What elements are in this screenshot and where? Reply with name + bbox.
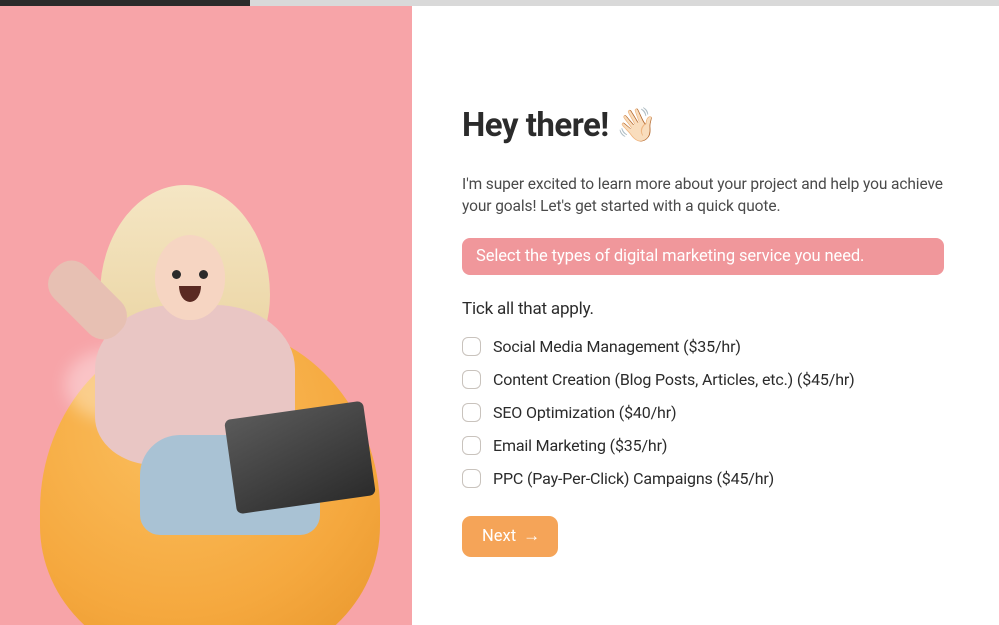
laptop-shape [224,401,376,515]
option-social-media[interactable]: Social Media Management ($35/hr) [462,337,944,356]
options-list: Social Media Management ($35/hr) Content… [462,337,944,488]
option-label: SEO Optimization ($40/hr) [493,403,676,422]
option-label: Social Media Management ($35/hr) [493,337,741,356]
checkbox[interactable] [462,436,481,455]
eye-right [199,270,208,279]
arrow-right-icon: → [523,528,540,545]
option-seo[interactable]: SEO Optimization ($40/hr) [462,403,944,422]
checkbox[interactable] [462,403,481,422]
checkbox[interactable] [462,337,481,356]
option-label: Email Marketing ($35/hr) [493,436,667,455]
checkbox[interactable] [462,370,481,389]
hero-image-panel [0,6,412,625]
instruction-text: Tick all that apply. [462,299,944,319]
page-title: Hey there! 👋🏻 [462,106,944,145]
next-button[interactable]: Next → [462,516,558,557]
question-prompt: Select the types of digital marketing se… [462,238,944,275]
person-shape [80,195,320,475]
checkbox[interactable] [462,469,481,488]
option-label: PPC (Pay-Per-Click) Campaigns ($45/hr) [493,469,774,488]
intro-text: I'm super excited to learn more about yo… [462,173,944,218]
main-layout: Hey there! 👋🏻 I'm super excited to learn… [0,6,999,625]
next-button-label: Next [482,527,516,546]
option-label: Content Creation (Blog Posts, Articles, … [493,370,855,389]
form-panel: Hey there! 👋🏻 I'm super excited to learn… [412,6,999,625]
person-illustration [0,6,412,625]
option-email-marketing[interactable]: Email Marketing ($35/hr) [462,436,944,455]
mouth-shape [179,286,201,302]
face-shape [155,235,225,320]
option-content-creation[interactable]: Content Creation (Blog Posts, Articles, … [462,370,944,389]
eye-left [172,270,181,279]
option-ppc[interactable]: PPC (Pay-Per-Click) Campaigns ($45/hr) [462,469,944,488]
